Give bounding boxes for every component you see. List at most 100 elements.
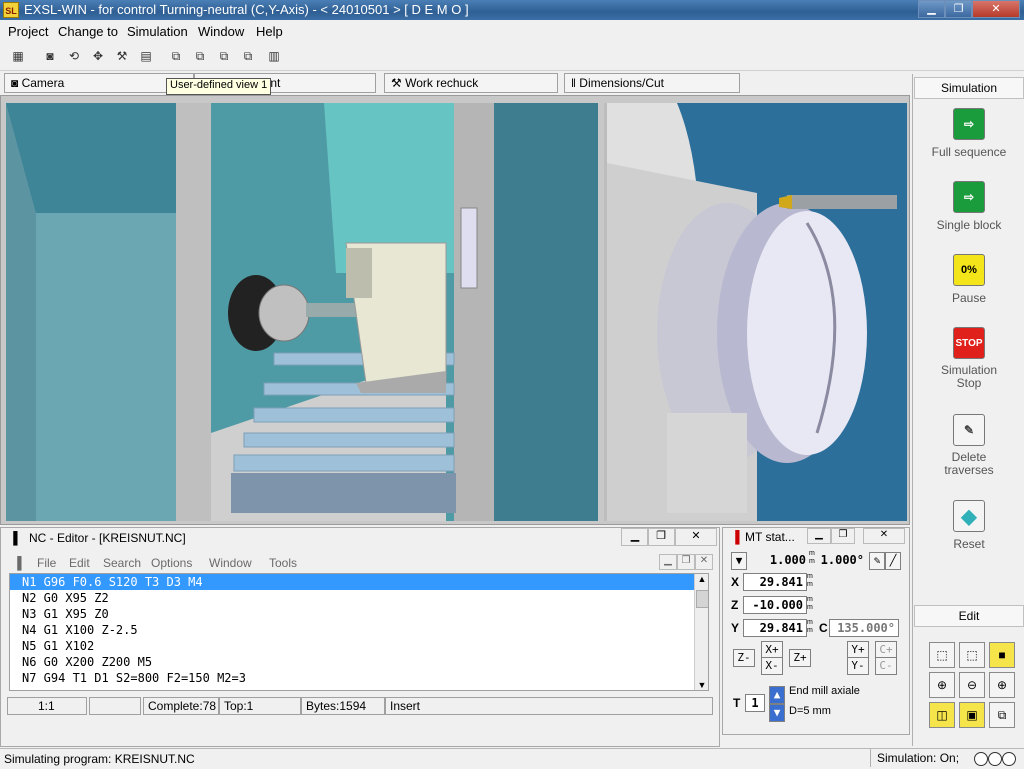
delete-traverses-label: Delete traverses	[944, 450, 994, 477]
z-unit: m m	[807, 596, 813, 611]
nc-code-textarea[interactable]: N1 G96 F0.6 S120 T3 D3 M4 N2 G0 X95 Z2 N…	[9, 573, 709, 691]
vertical-scrollbar[interactable]: ▲ ▼	[694, 574, 708, 690]
tooltip: User-defined view 1	[166, 78, 272, 95]
nc-doc-restore-button[interactable]: ❐	[677, 554, 695, 570]
clipboard-icon[interactable]: ▤	[136, 46, 156, 66]
machine-3d-view[interactable]	[6, 103, 598, 521]
delete-traverses-button[interactable]: ✎ Delete traverses	[913, 414, 1024, 477]
line-icon[interactable]: ╱	[885, 552, 901, 570]
scroll-up-icon[interactable]: ▲	[695, 574, 708, 584]
split-view-icon[interactable]: ◫	[929, 702, 955, 728]
x-value: 29.841	[743, 573, 807, 591]
nc-menu-search[interactable]: Search	[103, 556, 141, 570]
menu-change-to[interactable]: Change to	[58, 24, 118, 39]
simulation-stop-button[interactable]: STOP Simulation Stop	[913, 327, 1024, 390]
reset-button[interactable]: ◆ Reset	[913, 500, 1024, 551]
move-icon[interactable]: ✥	[88, 46, 108, 66]
toolbar: ▦ ◙ ⟲ ✥ ⚒ ▤ ⧉ ⧉ ⧉ ⧉ ▥	[0, 42, 1024, 71]
single-block-button[interactable]: ⇨ Single block	[913, 181, 1024, 232]
code-line: N5 G1 X102	[22, 639, 95, 653]
view-2-icon[interactable]: ⧉	[190, 46, 210, 66]
nc-menu-tools[interactable]: Tools	[269, 556, 297, 570]
maximize-button[interactable]: ❐	[945, 0, 972, 18]
z-minus-button[interactable]: Z-	[733, 649, 755, 667]
nc-doc-close-button[interactable]: ✕	[695, 554, 713, 570]
nc-statusbar: 1:1 Complete:78 Top:1 Bytes:1594 Insert	[7, 697, 713, 715]
cursor-position: 1:1	[7, 697, 87, 715]
scale-unit: m m	[809, 550, 815, 565]
menu-simulation[interactable]: Simulation	[127, 24, 188, 39]
pen-icon[interactable]: ✎	[869, 552, 885, 570]
tab-camera-label: Camera	[21, 76, 65, 90]
nc-doc-minimize-button[interactable]: ▁	[659, 554, 677, 570]
cube-outline-icon[interactable]: ⬚	[959, 642, 985, 668]
y-minus-button[interactable]: Y-	[847, 657, 869, 675]
workpiece-3d-view[interactable]	[604, 103, 907, 521]
c-minus-button[interactable]: C-	[875, 657, 897, 675]
nc-menu-edit[interactable]: Edit	[69, 556, 90, 570]
scroll-thumb[interactable]	[696, 590, 708, 608]
zoom-fit-icon[interactable]: ⊕	[929, 672, 955, 698]
tab-dimensions-cut[interactable]: ‖ Dimensions/Cut	[564, 73, 740, 93]
window-view-icon[interactable]: ⧉	[989, 702, 1015, 728]
arrow-right-icon: ⇨	[953, 108, 985, 140]
tab-work-rechuck[interactable]: ⚒ Work rechuck	[384, 73, 558, 93]
full-sequence-button[interactable]: ⇨ Full sequence	[913, 108, 1024, 159]
menu-help[interactable]: Help	[256, 24, 283, 39]
camera-icon[interactable]: ◙	[40, 46, 60, 66]
nc-minimize-button[interactable]: ▁	[621, 528, 649, 546]
z-value: -10.000	[743, 596, 807, 614]
rotate-icon[interactable]: ⟲	[64, 46, 84, 66]
grid-icon[interactable]: ▦	[8, 46, 28, 66]
y-axis-label: Y	[731, 621, 740, 635]
reset-label: Reset	[953, 537, 985, 551]
menu-project[interactable]: Project	[8, 24, 48, 39]
nc-menu-options[interactable]: Options	[151, 556, 192, 570]
pause-button[interactable]: 0% Pause	[913, 254, 1024, 305]
x-minus-button[interactable]: X-	[761, 657, 783, 675]
nc-editor-title: NC - Editor - [KREISNUT.NC]	[29, 531, 186, 545]
single-view-icon[interactable]: ▣	[959, 702, 985, 728]
dropdown-icon[interactable]: ▼	[731, 552, 747, 570]
step-arrow-icon: ⇨	[953, 181, 985, 213]
z-plus-button[interactable]: Z+	[789, 649, 811, 667]
app-logo-icon: SL	[3, 2, 19, 18]
indicator-3-icon	[1002, 752, 1016, 766]
view-3-icon[interactable]: ⧉	[214, 46, 234, 66]
tool-up-icon[interactable]: ▲	[769, 686, 785, 704]
mt-restore-button[interactable]: ❐	[831, 528, 855, 544]
view-4-icon[interactable]: ⧉	[238, 46, 258, 66]
z-axis-label: Z	[731, 598, 739, 612]
close-button[interactable]: ✕	[972, 0, 1020, 18]
cube-wire-icon[interactable]: ⬚	[929, 642, 955, 668]
edit-header[interactable]: Edit	[914, 605, 1024, 627]
mt-minimize-button[interactable]: ▁	[807, 528, 831, 544]
simulation-header[interactable]: Simulation	[914, 77, 1024, 99]
tool-down-icon[interactable]: ▼	[769, 704, 785, 722]
status-bar: Simulating program: KREISNUT.NC Simulati…	[0, 748, 1024, 769]
notes-icon[interactable]: ▥	[264, 46, 284, 66]
nc-menu-file[interactable]: File	[37, 556, 56, 570]
mt-status-title: MT stat...	[745, 530, 795, 544]
x-unit: m m	[807, 573, 813, 588]
tool-diameter: D=5 mm	[789, 705, 831, 717]
menu-window[interactable]: Window	[198, 24, 244, 39]
menu-bar: Project Change to Simulation Window Help	[0, 21, 1024, 41]
mt-close-button[interactable]: ✕	[863, 528, 905, 544]
zoom-in-icon[interactable]: ⊕	[989, 672, 1015, 698]
scroll-down-icon[interactable]: ▼	[695, 680, 708, 690]
cube-icon: ◆	[953, 500, 985, 532]
zoom-out-icon[interactable]: ⊖	[959, 672, 985, 698]
nc-close-button[interactable]: ✕	[675, 528, 717, 546]
machine-scene	[6, 103, 598, 521]
minimize-button[interactable]: ▁	[918, 0, 945, 18]
full-sequence-label: Full sequence	[931, 145, 1007, 159]
tool-icon[interactable]: ⚒	[112, 46, 132, 66]
cube-solid-icon[interactable]: ■	[989, 642, 1015, 668]
nc-editor-menu: ▐ File Edit Search Options Window Tools …	[5, 554, 715, 572]
c-value: 135.000°	[829, 619, 899, 637]
y-unit: m m	[807, 619, 813, 634]
nc-menu-window[interactable]: Window	[209, 556, 252, 570]
view-1-icon[interactable]: ⧉	[166, 46, 186, 66]
nc-restore-button[interactable]: ❐	[647, 528, 675, 546]
